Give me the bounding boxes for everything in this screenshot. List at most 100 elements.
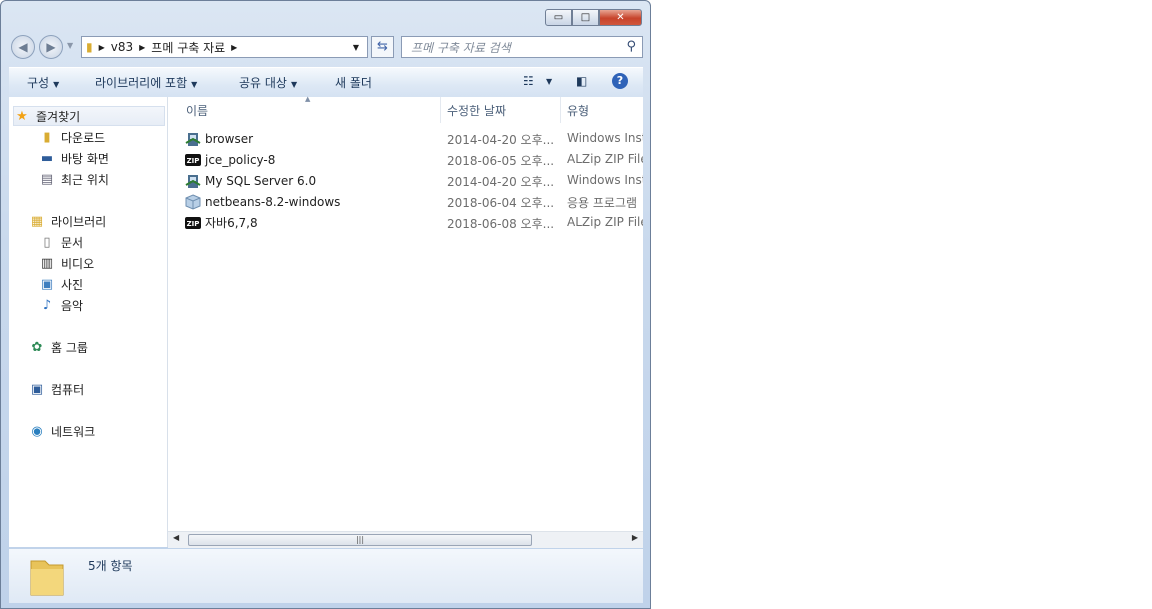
command-bar: 구성 ▼ 라이브러리에 포함 ▼ 공유 대상 ▼ 새 폴더 ☷ ▼ ◧ ? xyxy=(9,67,643,98)
file-name: jce_policy-8 xyxy=(205,152,276,167)
nav-item-favorites[interactable]: ★ 즐겨찾기 xyxy=(13,106,165,126)
address-bar[interactable]: ▮ ▶ v83 ▶ 프메 구축 자료 ▶ ▼ xyxy=(81,36,368,58)
star-icon: ★ xyxy=(16,108,28,124)
music-icon: ♪ xyxy=(42,297,52,313)
share-label: 공유 대상 xyxy=(239,76,287,90)
column-header-date[interactable]: 수정한 날짜 xyxy=(441,97,561,123)
file-date: 2014-04-20 오후... xyxy=(447,133,555,147)
nav-item-documents[interactable]: ▯ 문서 xyxy=(39,232,83,252)
nav-item-desktop[interactable]: ▬ 바탕 화면 xyxy=(39,148,109,168)
picture-icon: ▣ xyxy=(40,276,54,292)
document-icon: ▯ xyxy=(43,234,51,250)
explorer-window: ▭ □ ✕ ◀ ▶ ▼ ▮ ▶ v83 ▶ 프메 구축 자료 ▶ ▼ ⇆ 프메 … xyxy=(0,0,651,609)
file-date: 2018-06-08 오후... xyxy=(447,217,555,231)
file-name: browser xyxy=(205,131,254,146)
folder-icon: ▮ xyxy=(86,40,93,54)
preview-pane-icon[interactable]: ◧ xyxy=(576,74,587,88)
column-label: 이름 xyxy=(186,103,209,118)
content-area: ★ 즐겨찾기 ▮ 다운로드 ▬ 바탕 화면 ▤ 최근 위치 ▦ 라이브러리 ▯ 문서 ▥ 비디… xyxy=(9,95,643,548)
video-icon: ▥ xyxy=(40,255,54,271)
new-folder-button[interactable]: 새 폴더 xyxy=(335,74,372,91)
svg-text:ZIP: ZIP xyxy=(187,157,200,165)
breadcrumb-separator-icon[interactable]: ▶ xyxy=(231,43,237,52)
breadcrumb-separator-icon[interactable]: ▶ xyxy=(139,43,145,52)
breadcrumb-separator-icon[interactable]: ▶ xyxy=(99,43,105,52)
dropdown-arrow-icon: ▼ xyxy=(53,80,60,89)
folder-icon xyxy=(27,555,67,600)
navigation-pane: ★ 즐겨찾기 ▮ 다운로드 ▬ 바탕 화면 ▤ 최근 위치 ▦ 라이브러리 ▯ 문서 ▥ 비디… xyxy=(9,97,168,547)
file-type: Windows Insta xyxy=(567,131,643,145)
nav-label: 즐겨찾기 xyxy=(36,109,81,124)
column-header-type[interactable]: 유형 xyxy=(561,97,643,123)
file-type: ALZip ZIP File xyxy=(567,215,643,229)
nav-item-downloads[interactable]: ▮ 다운로드 xyxy=(39,127,105,147)
breadcrumb-v83[interactable]: v83 xyxy=(111,40,133,54)
minimize-button[interactable]: ▭ xyxy=(545,9,572,26)
dropdown-arrow-icon: ▼ xyxy=(191,80,198,89)
nav-label: 비디오 xyxy=(61,256,95,271)
include-library-button[interactable]: 라이브러리에 포함 ▼ xyxy=(95,74,197,91)
nav-item-libraries[interactable]: ▦ 라이브러리 xyxy=(29,211,106,231)
include-library-label: 라이브러리에 포함 xyxy=(95,76,188,90)
installer-icon xyxy=(185,131,201,147)
view-options-chevron-icon[interactable]: ▼ xyxy=(546,77,552,86)
dropdown-arrow-icon: ▼ xyxy=(290,80,298,89)
file-date: 2014-04-20 오후... xyxy=(447,175,555,189)
navigation-bar: ◀ ▶ ▼ ▮ ▶ v83 ▶ 프메 구축 자료 ▶ ▼ ⇆ 프메 구축 자료 … xyxy=(9,34,643,60)
horizontal-scrollbar[interactable]: ◀ ||| ▶ xyxy=(168,531,643,548)
share-button[interactable]: 공유 대상 ▼ xyxy=(239,74,297,91)
nav-label: 다운로드 xyxy=(61,130,106,145)
nav-item-computer[interactable]: ▣ 컴퓨터 xyxy=(29,379,84,399)
file-date: 2018-06-04 오후... xyxy=(447,196,555,210)
nav-item-recent[interactable]: ▤ 최근 위치 xyxy=(39,169,109,189)
network-icon: ◉ xyxy=(31,423,43,439)
file-name: 자바6,7,8 xyxy=(205,216,258,230)
scroll-right-icon[interactable]: ▶ xyxy=(632,533,638,542)
nav-item-music[interactable]: ♪ 음악 xyxy=(39,295,83,315)
nav-label: 사진 xyxy=(61,277,84,292)
file-type: Windows Insta xyxy=(567,173,643,187)
forward-button[interactable]: ▶ xyxy=(39,35,63,59)
homegroup-icon: ✿ xyxy=(31,339,43,355)
recent-pages-chevron-icon[interactable]: ▼ xyxy=(67,41,73,50)
desktop-icon: ▬ xyxy=(40,150,54,166)
application-icon xyxy=(185,193,201,210)
nav-label: 네트워크 xyxy=(51,424,96,439)
nav-label: 홈 그룹 xyxy=(51,340,88,355)
details-pane: 5개 항목 xyxy=(9,549,643,603)
nav-label: 최근 위치 xyxy=(61,172,109,187)
back-button[interactable]: ◀ xyxy=(11,35,35,59)
file-name: netbeans-8.2-windows xyxy=(205,194,341,209)
zip-icon: ZIP xyxy=(185,215,201,231)
close-button[interactable]: ✕ xyxy=(599,9,642,26)
scroll-left-icon[interactable]: ◀ xyxy=(173,533,179,542)
zip-icon: ZIP xyxy=(185,152,201,168)
maximize-button[interactable]: □ xyxy=(572,9,599,26)
address-dropdown-icon[interactable]: ▼ xyxy=(353,43,359,52)
organize-button[interactable]: 구성 ▼ xyxy=(27,74,59,91)
nav-item-videos[interactable]: ▥ 비디오 xyxy=(39,253,94,273)
change-view-icon[interactable]: ☷ xyxy=(523,74,534,88)
search-icon[interactable]: ⚲ xyxy=(626,39,636,54)
search-placeholder: 프메 구축 자료 검색 xyxy=(411,40,511,55)
refresh-button[interactable]: ⇆ xyxy=(371,36,394,58)
column-header-name[interactable]: 이름 ▲ xyxy=(180,95,441,123)
breadcrumb-current[interactable]: 프메 구축 자료 xyxy=(151,39,225,56)
nav-item-pictures[interactable]: ▣ 사진 xyxy=(39,274,83,294)
nav-label: 바탕 화면 xyxy=(61,151,109,166)
scrollbar-thumb[interactable]: ||| xyxy=(188,534,532,546)
window-controls: ▭ □ ✕ xyxy=(545,9,642,26)
file-list: 이름 ▲ 수정한 날짜 유형 browser 2014-04-20 오후... W… xyxy=(168,95,643,547)
svg-text:ZIP: ZIP xyxy=(187,220,200,228)
item-count: 5개 항목 xyxy=(88,559,133,573)
nav-item-network[interactable]: ◉ 네트워크 xyxy=(29,421,95,441)
downloads-folder-icon: ▮ xyxy=(43,129,51,145)
file-name: My SQL Server 6.0 xyxy=(205,173,317,188)
nav-label: 라이브러리 xyxy=(51,214,107,229)
help-icon[interactable]: ? xyxy=(612,73,628,89)
sort-ascending-icon: ▲ xyxy=(305,95,311,103)
search-input[interactable]: 프메 구축 자료 검색 ⚲ xyxy=(401,36,643,58)
installer-icon xyxy=(185,173,201,189)
nav-label: 음악 xyxy=(61,298,84,313)
nav-item-homegroup[interactable]: ✿ 홈 그룹 xyxy=(29,337,88,357)
